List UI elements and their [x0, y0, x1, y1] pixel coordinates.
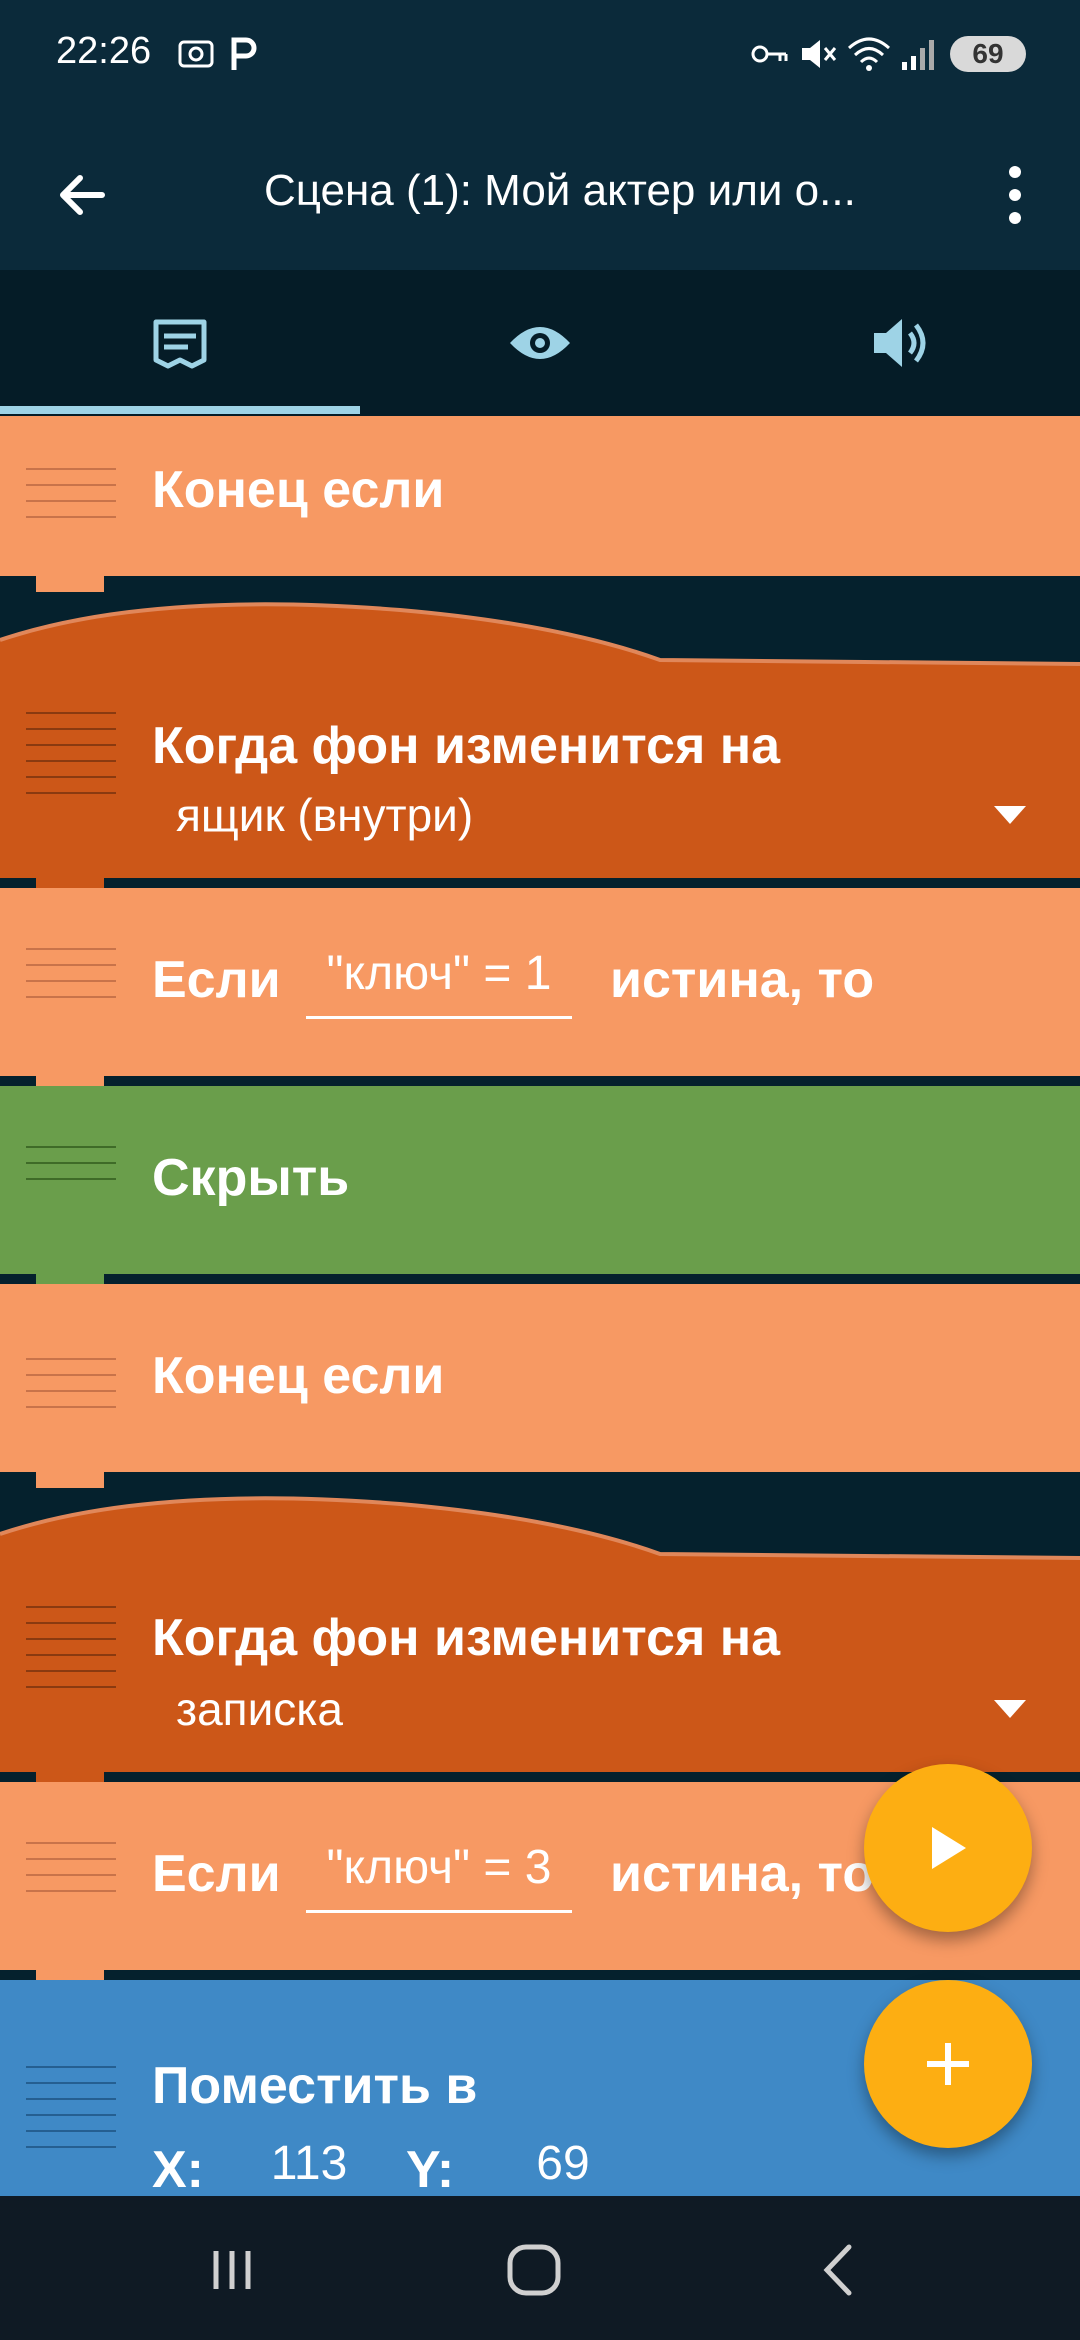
plus-icon	[927, 2043, 969, 2085]
chevron-down-icon[interactable]	[994, 1700, 1026, 1718]
drag-handle-icon[interactable]	[26, 1358, 116, 1422]
eye-icon	[510, 327, 570, 359]
drag-handle-icon[interactable]	[26, 1606, 116, 1702]
block-label-suffix: истина, то	[610, 951, 875, 1009]
block-label: Скрыть	[152, 1149, 350, 1207]
block-label: Когда фон изменится на	[152, 1609, 781, 1667]
speaker-icon	[874, 319, 926, 367]
more-vert-icon[interactable]	[1000, 158, 1030, 232]
status-bar: 22:26 69	[0, 0, 1080, 110]
parking-icon	[228, 30, 258, 78]
x-label: X:	[152, 2141, 204, 2199]
home-icon[interactable]	[494, 2240, 574, 2300]
selected-tab-indicator	[0, 406, 360, 414]
add-button[interactable]	[864, 1980, 1032, 2148]
drag-handle-icon[interactable]	[26, 1842, 116, 1906]
block-label: Если	[152, 951, 281, 1009]
arrow-left-icon[interactable]	[48, 160, 118, 230]
tab-bar	[0, 270, 1080, 416]
script-block-end-if[interactable]: Конец если	[0, 416, 1080, 592]
condition-field[interactable]: "ключ" = 3	[306, 1840, 572, 1913]
block-label: Конец если	[152, 1347, 445, 1405]
drag-handle-icon[interactable]	[26, 1146, 116, 1194]
block-label: Конец если	[152, 461, 445, 519]
block-label: Если	[152, 1845, 281, 1903]
drag-handle-icon[interactable]	[26, 712, 116, 808]
script-block-when-background-changes[interactable]: Когда фон изменится на записка	[0, 1572, 1080, 1788]
recent-apps-icon[interactable]	[192, 2240, 272, 2300]
block-label: Когда фон изменится на	[152, 717, 781, 775]
play-button[interactable]	[864, 1764, 1032, 1932]
page-title: Сцена (1): Мой актер или о...	[264, 166, 856, 215]
drag-handle-icon[interactable]	[26, 948, 116, 1012]
background-dropdown-value[interactable]: ящик (внутри)	[176, 788, 473, 842]
script-block-end-if[interactable]: Конец если	[0, 1284, 1080, 1488]
y-label: Y:	[406, 2141, 455, 2199]
status-time: 22:26	[56, 30, 152, 72]
script-block-hide[interactable]: Скрыть	[0, 1086, 1080, 1290]
screenshot-icon	[176, 30, 216, 78]
app-bar: Сцена (1): Мой актер или о...	[0, 110, 1080, 270]
signal-icon	[900, 30, 940, 78]
condition-field[interactable]: "ключ" = 1	[306, 946, 572, 1019]
chevron-down-icon[interactable]	[994, 806, 1026, 824]
back-icon[interactable]	[800, 2240, 880, 2300]
vpn-key-icon	[750, 30, 790, 78]
drag-handle-icon[interactable]	[26, 468, 116, 532]
script-icon	[153, 319, 207, 369]
block-label-suffix: истина, то	[610, 1845, 875, 1903]
battery-icon: 69	[950, 36, 1026, 72]
play-icon	[932, 1827, 966, 1869]
mute-icon	[798, 30, 838, 78]
wifi-icon	[846, 30, 892, 78]
tab-scripts[interactable]	[0, 270, 360, 416]
background-dropdown-value[interactable]: записка	[176, 1682, 343, 1736]
tab-looks[interactable]	[360, 270, 720, 416]
script-block-when-background-changes[interactable]: Когда фон изменится на ящик (внутри)	[0, 678, 1080, 894]
block-label: Поместить в	[152, 2057, 478, 2115]
event-hat-top	[0, 602, 1080, 680]
system-nav-bar	[0, 2196, 1080, 2340]
script-block-if[interactable]: Если "ключ" = 1 истина, то	[0, 888, 1080, 1092]
block-connector	[36, 576, 104, 592]
drag-handle-icon[interactable]	[26, 2066, 116, 2162]
event-hat-top	[0, 1496, 1080, 1574]
tab-sounds[interactable]	[720, 270, 1080, 416]
block-connector	[36, 1472, 104, 1488]
